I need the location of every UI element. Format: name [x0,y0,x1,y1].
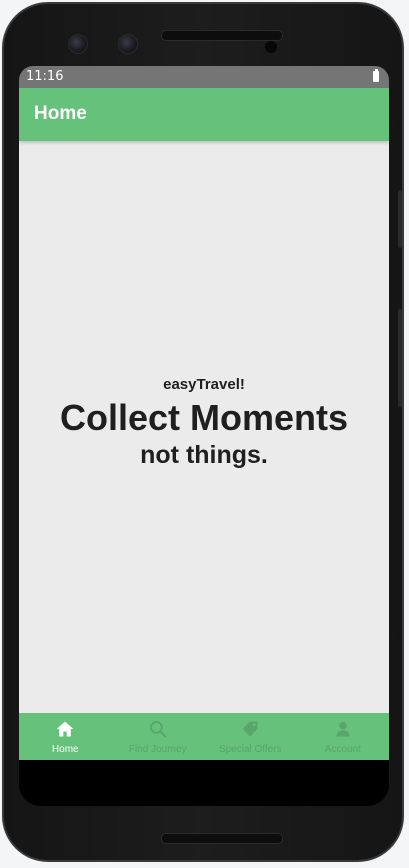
nav-label-home: Home [51,744,79,755]
nav-label-special-offers: Special Offers [218,744,282,755]
system-navigation-area [19,760,389,806]
home-icon [56,721,74,737]
search-icon [149,721,167,738]
proximity-sensor [265,41,277,53]
hero-headline: Collect Moments [59,397,349,438]
volume-button [398,190,402,248]
nav-item-special-offers[interactable]: Special Offers [204,713,297,760]
nav-item-account[interactable]: Account [297,713,390,760]
tag-icon [242,721,258,737]
status-time: 11:16 [26,69,64,84]
hero-banner: easyTravel! Collect Moments not things. [19,375,389,470]
main-content: easyTravel! Collect Moments not things. [19,141,389,713]
device-screen: 11:16 Home easyTravel! Collect Moments n… [19,66,389,806]
front-camera-icon [118,34,138,54]
app-bar: Home [19,88,389,141]
nav-item-find-journey[interactable]: Find Journey [112,713,205,760]
power-button [398,309,402,407]
brand-name: easyTravel! [163,376,245,393]
front-camera-icon [68,34,88,54]
earpiece-speaker [161,30,283,41]
user-icon [336,721,350,737]
nav-label-find-journey: Find Journey [128,744,187,755]
bottom-speaker [161,833,283,844]
nav-item-home[interactable]: Home [19,713,112,760]
nav-label-account: Account [324,744,361,755]
page-title: Home [34,103,87,124]
status-bar: 11:16 [19,66,389,88]
bottom-navigation: Home Find Journey Special Offers Account [19,713,389,760]
hero-subline: not things. [140,441,268,469]
battery-icon [373,69,379,82]
